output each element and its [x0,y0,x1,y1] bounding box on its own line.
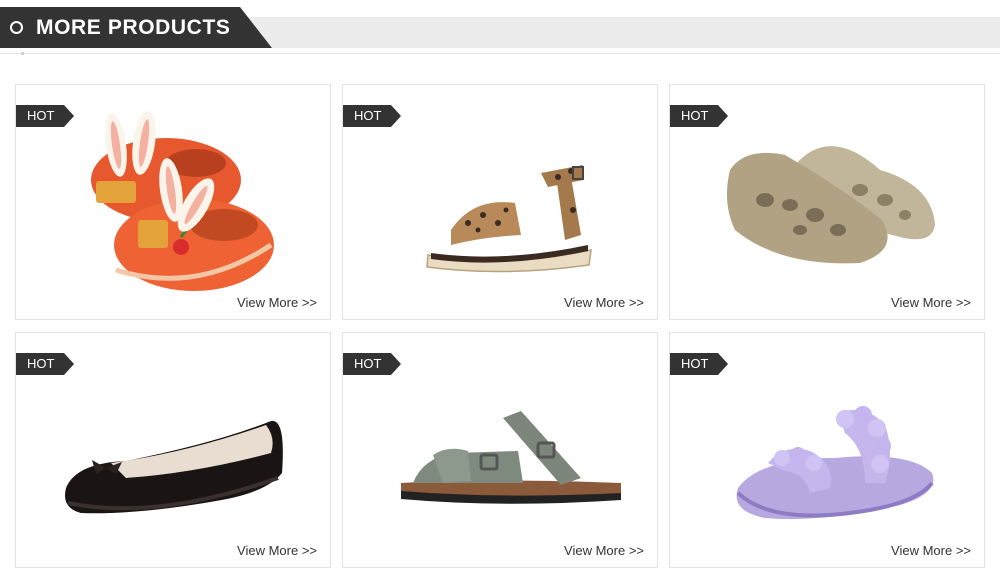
view-more-link[interactable]: View More >> [891,295,971,310]
view-more-link[interactable]: View More >> [237,543,317,558]
product-card[interactable]: HOT View More >> [669,84,985,320]
product-card[interactable]: HOT View More >> [15,84,331,320]
view-more-link[interactable]: View More >> [891,543,971,558]
divider-dot [21,52,24,55]
circle-bullet-icon [10,21,23,34]
view-more-link[interactable]: View More >> [564,543,644,558]
section-title: MORE PRODUCTS [36,16,231,39]
hot-badge: HOT [670,105,728,127]
product-card[interactable]: HOT View More >> [669,332,985,568]
hot-badge: HOT [670,353,728,375]
product-card[interactable]: HOT View More >> [342,84,658,320]
hot-badge: HOT [343,105,401,127]
hot-badge: HOT [16,353,74,375]
divider [0,53,1000,54]
product-card[interactable]: HOT View More >> [342,332,658,568]
view-more-link[interactable]: View More >> [564,295,644,310]
view-more-link[interactable]: View More >> [237,295,317,310]
hot-badge: HOT [343,353,401,375]
product-card[interactable]: HOT View More >> [15,332,331,568]
hot-badge: HOT [16,105,74,127]
